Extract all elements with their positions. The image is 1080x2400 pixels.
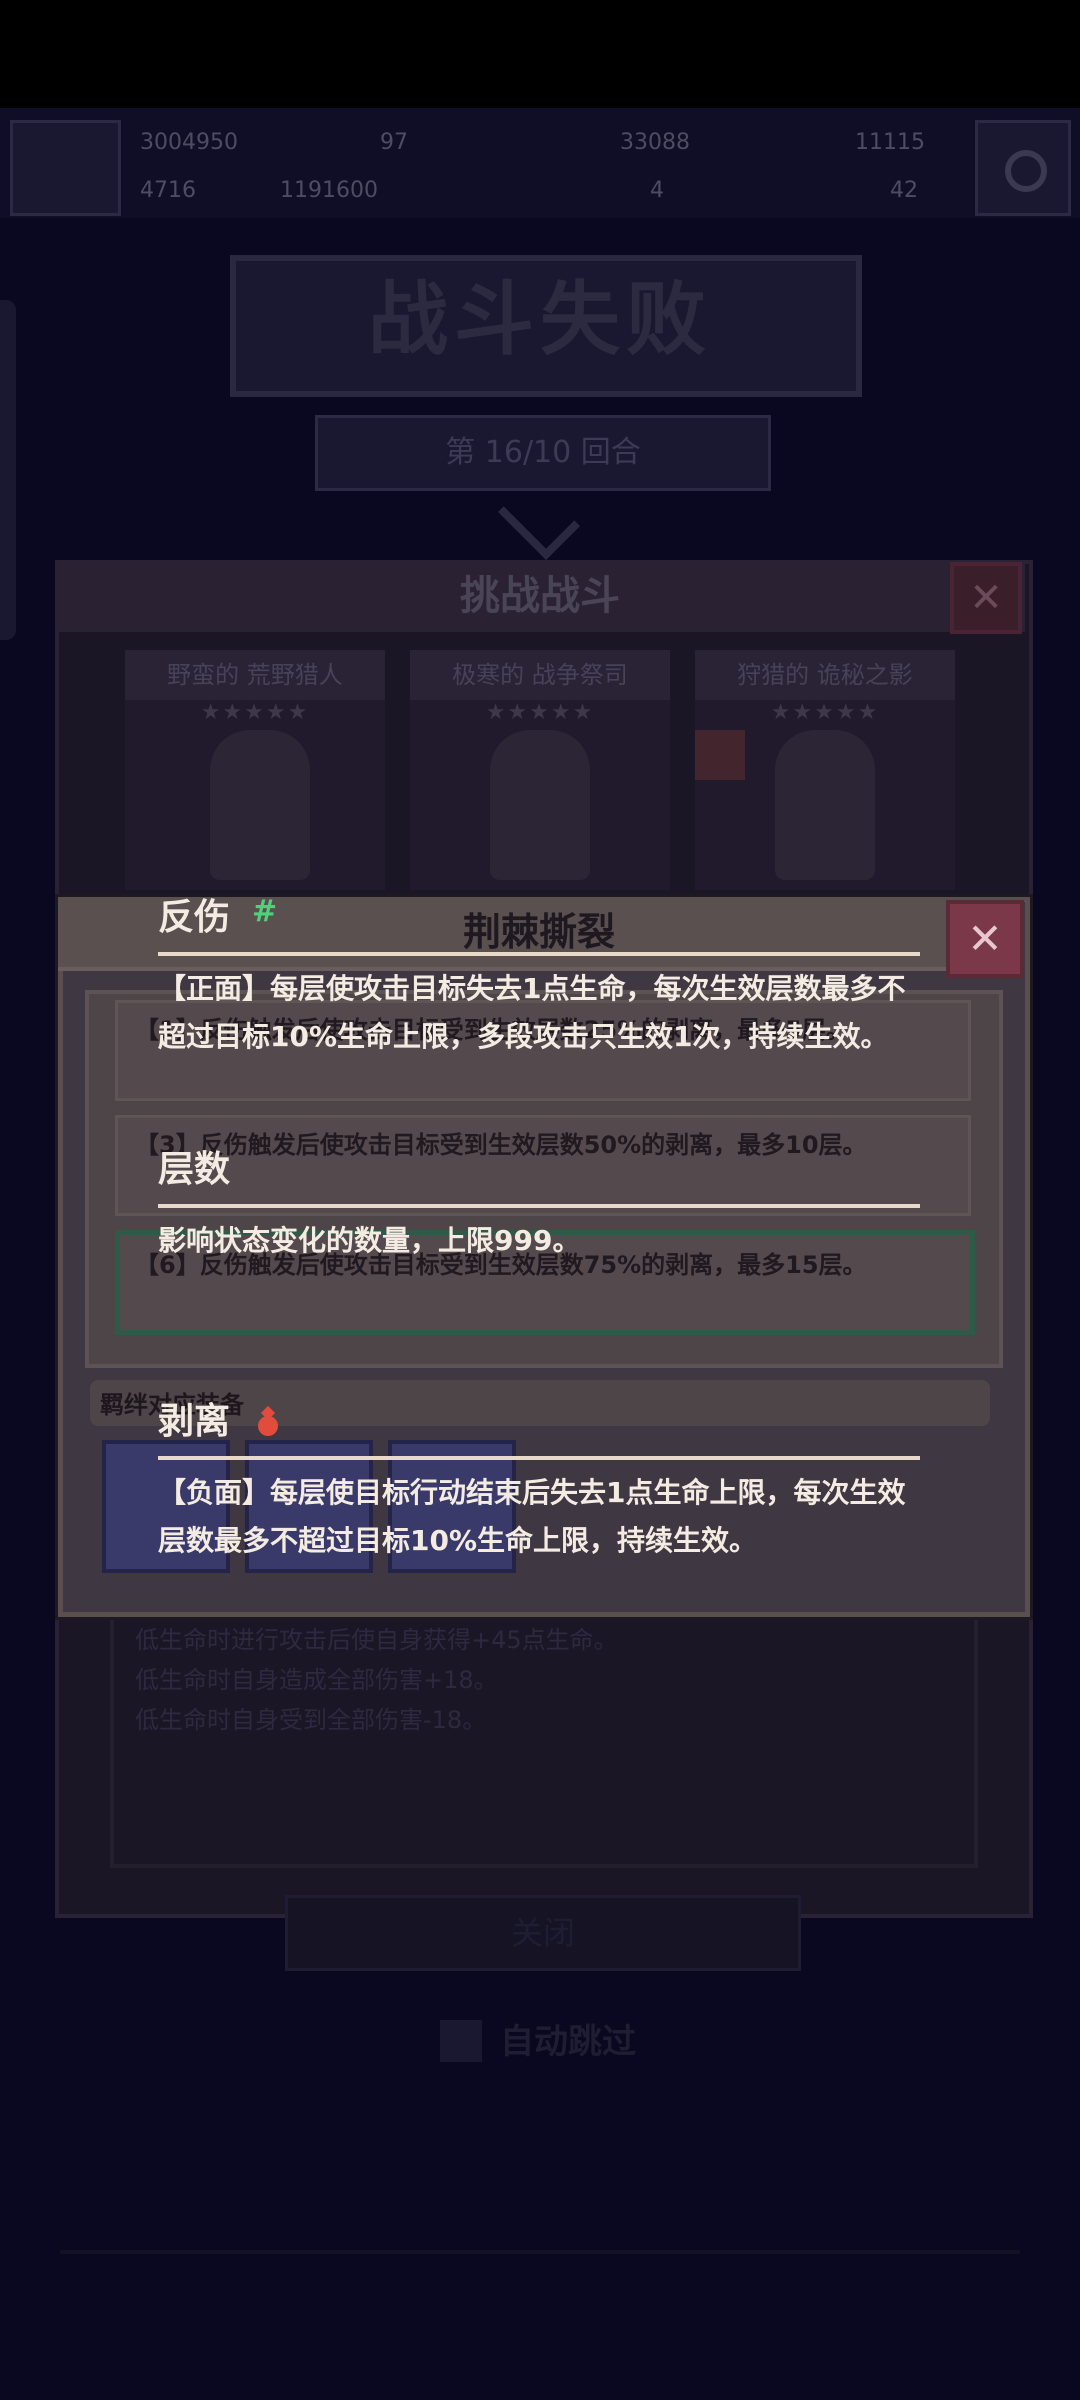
effect-line: 低生命时进行攻击后使自身获得+45点生命。 bbox=[135, 1626, 618, 1654]
close-icon: ✕ bbox=[969, 575, 1003, 621]
hud-value: 11115 bbox=[855, 130, 925, 155]
auto-skip-label: 自动跳过 bbox=[500, 2022, 636, 2062]
tooltip-body-reflect: 【正面】每层使攻击目标失去1点生命，每次生效层数最多不超过目标10%生命上限，多… bbox=[158, 972, 906, 1053]
tooltip-divider bbox=[158, 1204, 920, 1208]
enemy-sprite bbox=[490, 730, 590, 880]
enemy-stars: ★★★★★ bbox=[770, 700, 880, 725]
tooltip-body-stacks: 影响状态变化的数量，上限999。 bbox=[158, 1224, 581, 1257]
tooltip-title-strip: 剥离 bbox=[158, 1401, 231, 1442]
effect-line: 低生命时自身受到全部伤害-18。 bbox=[135, 1706, 487, 1734]
auto-skip-checkbox[interactable] bbox=[440, 2020, 482, 2062]
round-label: 第 16/10 回合 bbox=[315, 415, 771, 491]
tooltip-body-strip: 【负面】每层使目标行动结束后失去1点生命上限，每次生效层数最多不超过目标10%生… bbox=[158, 1476, 906, 1557]
bottom-decoration bbox=[60, 2250, 1020, 2394]
hud-value: 4716 bbox=[140, 178, 196, 203]
hud-value: 33088 bbox=[620, 130, 690, 155]
hash-icon: # bbox=[252, 894, 278, 929]
tooltip-divider bbox=[158, 952, 920, 956]
status-bar bbox=[0, 0, 1080, 108]
gear-icon[interactable] bbox=[975, 120, 1071, 216]
defeat-title: 战斗失败 bbox=[368, 273, 712, 366]
tooltip-divider bbox=[158, 1456, 920, 1460]
effect-line: 低生命时自身造成全部伤害+18。 bbox=[135, 1666, 498, 1694]
enemy-sprite bbox=[210, 730, 310, 880]
enemy-name: 野蛮的 荒野猎人 bbox=[125, 650, 385, 700]
hud-value: 97 bbox=[380, 130, 408, 155]
enemy-sprite bbox=[775, 730, 875, 880]
side-drawer-handle[interactable] bbox=[0, 300, 16, 640]
blood-drop-icon bbox=[258, 1416, 278, 1436]
close-icon: ✕ bbox=[967, 914, 1003, 963]
skill-popup-close-button[interactable]: ✕ bbox=[946, 900, 1024, 978]
enemy-name: 狩猎的 诡秘之影 bbox=[695, 650, 955, 700]
hud-value: 4 bbox=[650, 178, 664, 203]
enemy-stars: ★★★★★ bbox=[200, 700, 310, 725]
skill-level-text: 【3】反伤触发后使攻击目标受到生效层数50%的剥离，最多10层。 bbox=[135, 1131, 867, 1159]
enemy-name: 极寒的 战争祭司 bbox=[410, 650, 670, 700]
enemy-stars: ★★★★★ bbox=[485, 700, 595, 725]
hud-value: 3004950 bbox=[140, 130, 238, 155]
panel-close-button[interactable]: ✕ bbox=[950, 562, 1022, 634]
challenge-panel-title: 挑战战斗 bbox=[460, 573, 620, 619]
status-icon bbox=[695, 730, 745, 780]
tooltip-title-reflect: 反伤 bbox=[158, 897, 231, 938]
hud-value: 42 bbox=[890, 178, 918, 203]
hud-value: 1191600 bbox=[280, 178, 378, 203]
close-result-label: 关闭 bbox=[510, 1914, 575, 1952]
close-result-button[interactable]: 关闭 bbox=[285, 1895, 801, 1971]
tooltip-title-stacks: 层数 bbox=[158, 1149, 231, 1190]
hud-player-icon[interactable] bbox=[10, 120, 121, 216]
